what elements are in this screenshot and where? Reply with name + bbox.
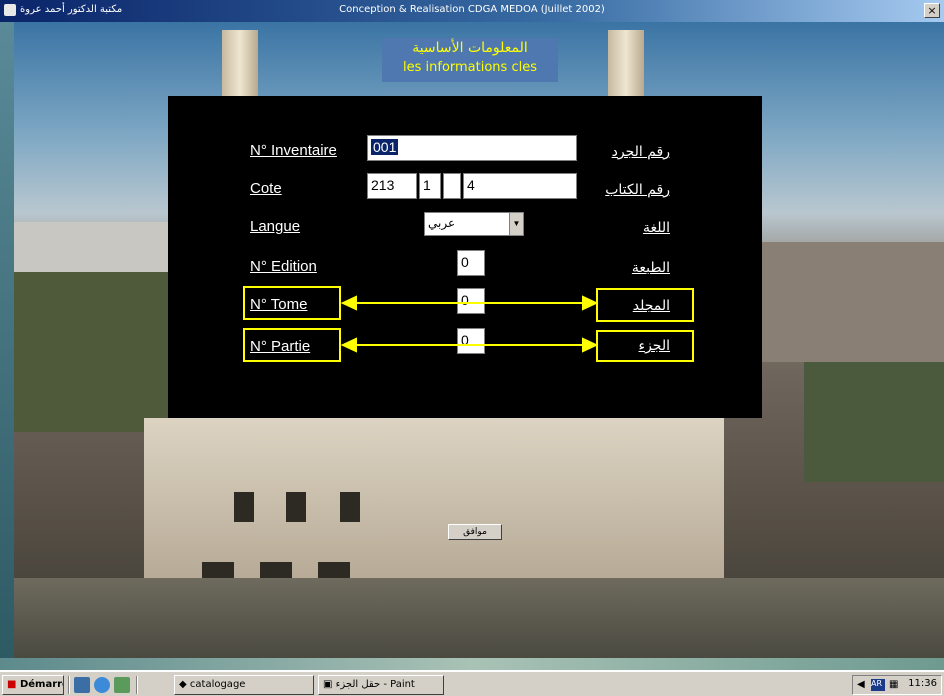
cote-label-arabic: رقم الكتاب [605, 182, 670, 198]
language-indicator[interactable]: AR [871, 679, 885, 691]
trees-right [804, 362, 944, 482]
header-title-french: les informations cles [403, 60, 537, 75]
cote-part4-input[interactable]: 4 [463, 173, 577, 199]
chevron-down-icon[interactable]: ▼ [509, 213, 523, 235]
tome-input[interactable]: 0 [457, 288, 485, 314]
minaret-left [222, 30, 258, 100]
partie-label: N° Partie [250, 338, 311, 355]
edition-label: N° Edition [250, 258, 317, 275]
show-desktop-icon[interactable] [74, 677, 90, 693]
close-button[interactable]: × [924, 3, 940, 18]
clock: 11:36 [908, 678, 937, 689]
monument-facade [144, 418, 724, 578]
close-icon: × [927, 4, 937, 17]
taskbar: ■ Démarrer ◆ catalogage ▣ حقل الجزء - Pa… [0, 670, 944, 696]
taskbar-window-paint[interactable]: ▣ حقل الجزء - Paint [318, 675, 444, 695]
title-bar: مكتبة الدكتور أحمد عروة Conception & Rea… [0, 0, 944, 22]
start-button[interactable]: ■ Démarrer [2, 675, 64, 695]
city-buildings-right [754, 242, 944, 362]
paint-icon: ▣ [323, 679, 333, 690]
trees-left [14, 272, 174, 432]
outlook-icon[interactable] [114, 677, 130, 693]
window-title: Conception & Realisation CDGA MEDOA (Jui… [339, 4, 605, 15]
street [14, 578, 944, 658]
cote-part1-input[interactable]: 213 [367, 173, 417, 199]
header-title-arabic: المعلومات الأساسية [412, 40, 528, 56]
wallpaper-strip [0, 658, 944, 670]
inventaire-input[interactable]: 001 [367, 135, 577, 161]
system-tray: ◀ AR ▦ 11:36 [852, 675, 942, 695]
langue-select[interactable]: عربي ▼ [424, 212, 524, 236]
screen: مكتبة الدكتور أحمد عروة Conception & Rea… [0, 0, 944, 696]
partie-label-arabic: الجزء [638, 338, 671, 354]
cote-label: Cote [250, 180, 282, 197]
section-header: المعلومات الأساسية les informations cles [382, 38, 558, 82]
cote-part2-input[interactable]: 1 [419, 173, 441, 199]
inventaire-label-arabic: رقم الجرد [611, 144, 670, 160]
langue-label: Langue [250, 218, 301, 235]
langue-selected-value: عربي [428, 216, 456, 230]
taskbar-window-catalogage[interactable]: ◆ catalogage [174, 675, 314, 695]
tome-label: N° Tome [250, 296, 308, 313]
partie-input[interactable]: 0 [457, 328, 485, 354]
network-icon[interactable]: ▦ [889, 679, 898, 690]
inventaire-label: N° Inventaire [250, 142, 337, 159]
internet-explorer-icon[interactable] [94, 677, 110, 693]
cote-part3-input[interactable] [443, 173, 461, 199]
langue-label-arabic: اللغة [642, 220, 670, 236]
tome-label-arabic: المجلد [632, 298, 670, 314]
minaret-right [608, 30, 644, 100]
edition-input[interactable]: 0 [457, 250, 485, 276]
volume-icon[interactable]: ◀ [857, 679, 865, 690]
ok-button[interactable]: موافق [448, 524, 502, 540]
application-icon: ◆ [179, 679, 187, 690]
windows-logo-icon: ■ [7, 679, 17, 690]
edition-label-arabic: الطبعة [631, 260, 670, 276]
window-left-edge [0, 22, 14, 658]
